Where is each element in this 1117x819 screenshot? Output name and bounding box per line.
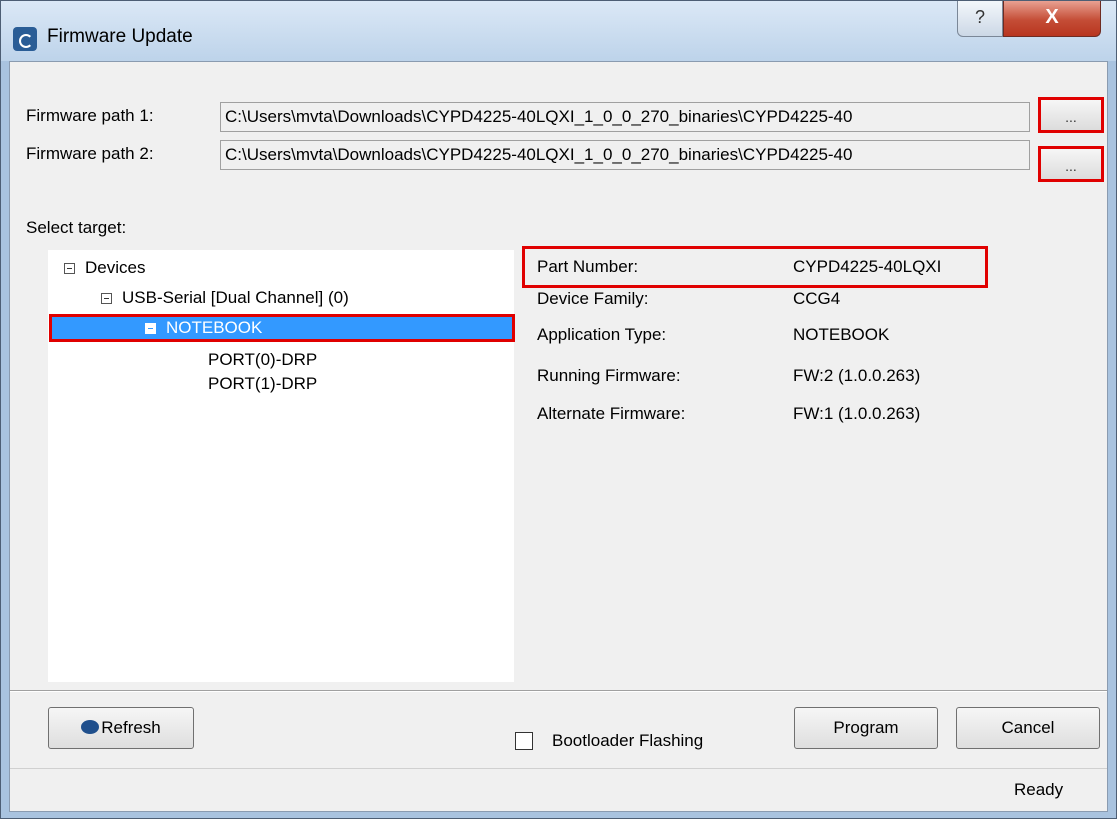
- tree-node-usb-serial[interactable]: USB-Serial [Dual Channel] (0): [101, 288, 349, 308]
- browse-path-2-button[interactable]: ...: [1038, 146, 1104, 182]
- bootloader-flashing-label[interactable]: Bootloader Flashing: [552, 731, 703, 751]
- select-target-label: Select target:: [26, 218, 127, 237]
- device-family-value: CCG4: [793, 289, 841, 308]
- tree-node-port1[interactable]: PORT(1)-DRP: [208, 374, 317, 394]
- firmware-update-window: Firmware Update ? X Firmware path 1: C:\…: [0, 0, 1117, 819]
- tree-node-label: USB-Serial [Dual Channel] (0): [122, 288, 349, 307]
- running-firmware-value: FW:2 (1.0.0.263): [793, 366, 921, 385]
- program-button[interactable]: Program: [794, 707, 938, 749]
- bootloader-flashing-checkbox[interactable]: [515, 732, 533, 750]
- part-number-label: Part Number:: [537, 257, 639, 276]
- tree-node-notebook-content: NOTEBOOK: [145, 318, 262, 338]
- collapse-icon[interactable]: [101, 293, 112, 305]
- collapse-icon[interactable]: [64, 263, 75, 275]
- refresh-button-label: Refresh: [101, 718, 161, 737]
- firmware-path-1-label: Firmware path 1:: [26, 106, 154, 125]
- refresh-button[interactable]: Refresh: [48, 707, 194, 749]
- cancel-button[interactable]: Cancel: [956, 707, 1100, 749]
- app-icon: [13, 27, 37, 51]
- tree-node-notebook[interactable]: NOTEBOOK: [49, 314, 515, 342]
- target-tree[interactable]: Devices USB-Serial [Dual Channel] (0) NO…: [48, 250, 515, 682]
- alternate-firmware-value: FW:1 (1.0.0.263): [793, 404, 921, 423]
- tree-node-label: Devices: [85, 258, 146, 277]
- dialog-client-area: Firmware path 1: C:\Users\mvta\Downloads…: [9, 61, 1108, 812]
- collapse-icon[interactable]: [145, 323, 156, 335]
- firmware-path-2-label: Firmware path 2:: [26, 144, 154, 163]
- close-button[interactable]: X: [1003, 1, 1101, 37]
- title-bar[interactable]: Firmware Update: [1, 1, 1116, 61]
- status-text: Ready: [1014, 780, 1064, 799]
- firmware-path-1-field[interactable]: C:\Users\mvta\Downloads\CYPD4225-40LQXI_…: [220, 102, 1030, 132]
- tree-node-port0[interactable]: PORT(0)-DRP: [208, 350, 317, 370]
- browse-path-1-button[interactable]: ...: [1038, 97, 1104, 133]
- tree-node-devices[interactable]: Devices: [64, 258, 145, 278]
- firmware-path-2-field[interactable]: C:\Users\mvta\Downloads\CYPD4225-40LQXI_…: [220, 140, 1030, 170]
- help-button[interactable]: ?: [957, 1, 1003, 37]
- refresh-icon: [81, 719, 100, 734]
- status-bar-separator: [10, 768, 1107, 769]
- button-area-separator: [10, 690, 1107, 692]
- running-firmware-label: Running Firmware:: [537, 366, 681, 385]
- application-type-label: Application Type:: [537, 325, 667, 344]
- device-family-label: Device Family:: [537, 289, 649, 308]
- application-type-value: NOTEBOOK: [793, 325, 890, 344]
- part-number-value: CYPD4225-40LQXI: [793, 257, 942, 276]
- window-title: Firmware Update: [47, 26, 193, 47]
- alternate-firmware-label: Alternate Firmware:: [537, 404, 686, 423]
- tree-node-label: NOTEBOOK: [166, 318, 263, 337]
